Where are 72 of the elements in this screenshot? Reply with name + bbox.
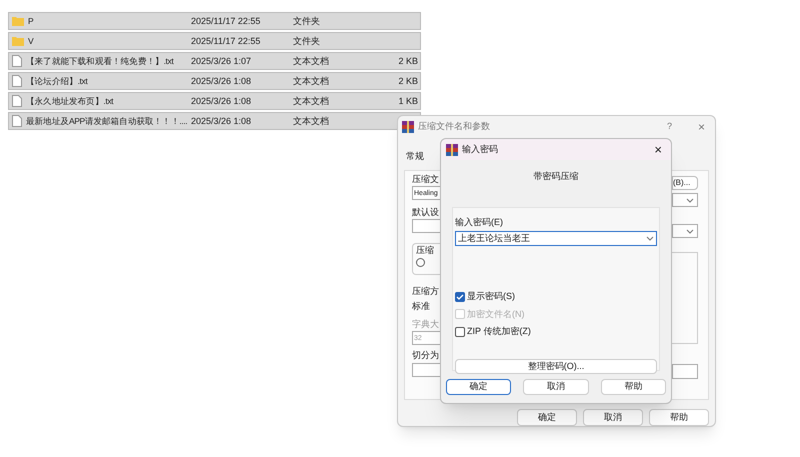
- file-name: 【来了就能下载和观看！纯免费！】.txt: [26, 56, 174, 66]
- field-label: 输入密码(E): [455, 216, 504, 229]
- document-icon: [12, 115, 22, 127]
- field-label: 压缩方: [412, 287, 440, 296]
- archive-app-icon: [446, 144, 458, 156]
- input-field[interactable]: [412, 219, 441, 234]
- close-button[interactable]: ×: [654, 140, 662, 160]
- checkbox-label: ZIP 传统加密(Z): [467, 325, 531, 338]
- archive-app-icon: [402, 120, 414, 133]
- field-label: 默认设: [412, 208, 440, 218]
- file-date: 2025/3/26 1:07: [191, 56, 252, 66]
- file-type: 文本文档: [293, 56, 330, 66]
- file-name: 【论坛介绍】.txt: [26, 76, 88, 86]
- browse-button[interactable]: (B)...: [672, 176, 698, 190]
- document-icon: [12, 75, 22, 87]
- file-date: 2025/3/26 1:08: [191, 76, 252, 86]
- folder-icon: [12, 16, 24, 26]
- dropdown-caret-icon: [686, 198, 694, 203]
- checkbox[interactable]: [455, 292, 465, 302]
- dropdown-field[interactable]: 标准: [412, 300, 441, 312]
- field-label: 字典大: [412, 320, 440, 330]
- folder-icon: [12, 36, 24, 46]
- dialog-button[interactable]: 确定: [517, 409, 577, 426]
- window-title: 输入密码: [462, 142, 499, 156]
- checkbox[interactable]: [455, 326, 465, 337]
- file-size: 2 KB: [398, 76, 418, 86]
- file-row[interactable]: 【来了就能下载和观看！纯免费！】.txt 2025/3/26 1:07 文本文档 2 KB: [8, 52, 421, 70]
- dropdown-caret-icon: [686, 228, 694, 234]
- file-row[interactable]: 【永久地址发布页】.txt 2025/3/26 1:08 文本文档 1 KB: [8, 92, 421, 110]
- file-date: 2025/3/26 1:08: [191, 116, 252, 126]
- file-name: P: [28, 16, 34, 26]
- file-row[interactable]: V 2025/11/17 22:55 文件夹: [8, 32, 421, 50]
- file-size: 2 KB: [398, 56, 418, 66]
- file-row[interactable]: 【论坛介绍】.txt 2025/3/26 1:08 文本文档 2 KB: [8, 72, 421, 90]
- window-title: 压缩文件名和参数: [418, 120, 491, 133]
- document-icon: [12, 55, 22, 67]
- file-name: V: [28, 36, 34, 46]
- checkbox-label: 显示密码(S): [467, 290, 515, 303]
- dialog-button[interactable]: 取消: [523, 378, 589, 394]
- file-type: 文本文档: [293, 116, 330, 126]
- dropdown-caret-icon: [646, 236, 654, 241]
- dialog-button[interactable]: 帮助: [600, 378, 666, 394]
- file-type: 文本文档: [293, 96, 330, 106]
- field-label: 切分为: [412, 351, 440, 360]
- input-field[interactable]: [412, 363, 441, 378]
- close-button[interactable]: ×: [698, 118, 705, 136]
- dialog-button[interactable]: 取消: [583, 409, 643, 426]
- file-size: 1 KB: [398, 96, 418, 106]
- password-field[interactable]: 上老王论坛当老王: [455, 231, 657, 246]
- checkbox-label: 加密文件名(N): [467, 308, 524, 321]
- radio-button[interactable]: [416, 258, 425, 268]
- help-button[interactable]: ?: [666, 120, 672, 134]
- dropdown-field[interactable]: [672, 193, 698, 208]
- dropdown-field[interactable]: [672, 224, 698, 238]
- organize-passwords-button[interactable]: 整理密码(O)...: [455, 358, 657, 374]
- file-type: 文件夹: [293, 16, 321, 26]
- file-row[interactable]: P 2025/11/17 22:55 文件夹: [8, 12, 421, 30]
- tab[interactable]: 常规: [406, 151, 424, 162]
- group-label: 压缩: [416, 246, 435, 256]
- file-type: 文件夹: [293, 36, 321, 46]
- document-icon: [12, 95, 22, 107]
- file-date: 2025/11/17 22:55: [191, 36, 262, 46]
- dialog-button[interactable]: 确定: [446, 378, 512, 394]
- file-date: 2025/3/26 1:08: [191, 96, 252, 106]
- dialog-button[interactable]: 帮助: [649, 409, 709, 426]
- input-field[interactable]: [672, 364, 698, 380]
- field-label: 压缩文: [412, 175, 440, 184]
- file-name: 最新地址及APP请发邮箱自动获取！！！....: [26, 116, 188, 126]
- file-name: 【永久地址发布页】.txt: [26, 96, 114, 106]
- file-type: 文本文档: [293, 76, 330, 86]
- file-date: 2025/11/17 22:55: [191, 16, 262, 26]
- dialog-heading: 带密码压缩: [532, 170, 580, 183]
